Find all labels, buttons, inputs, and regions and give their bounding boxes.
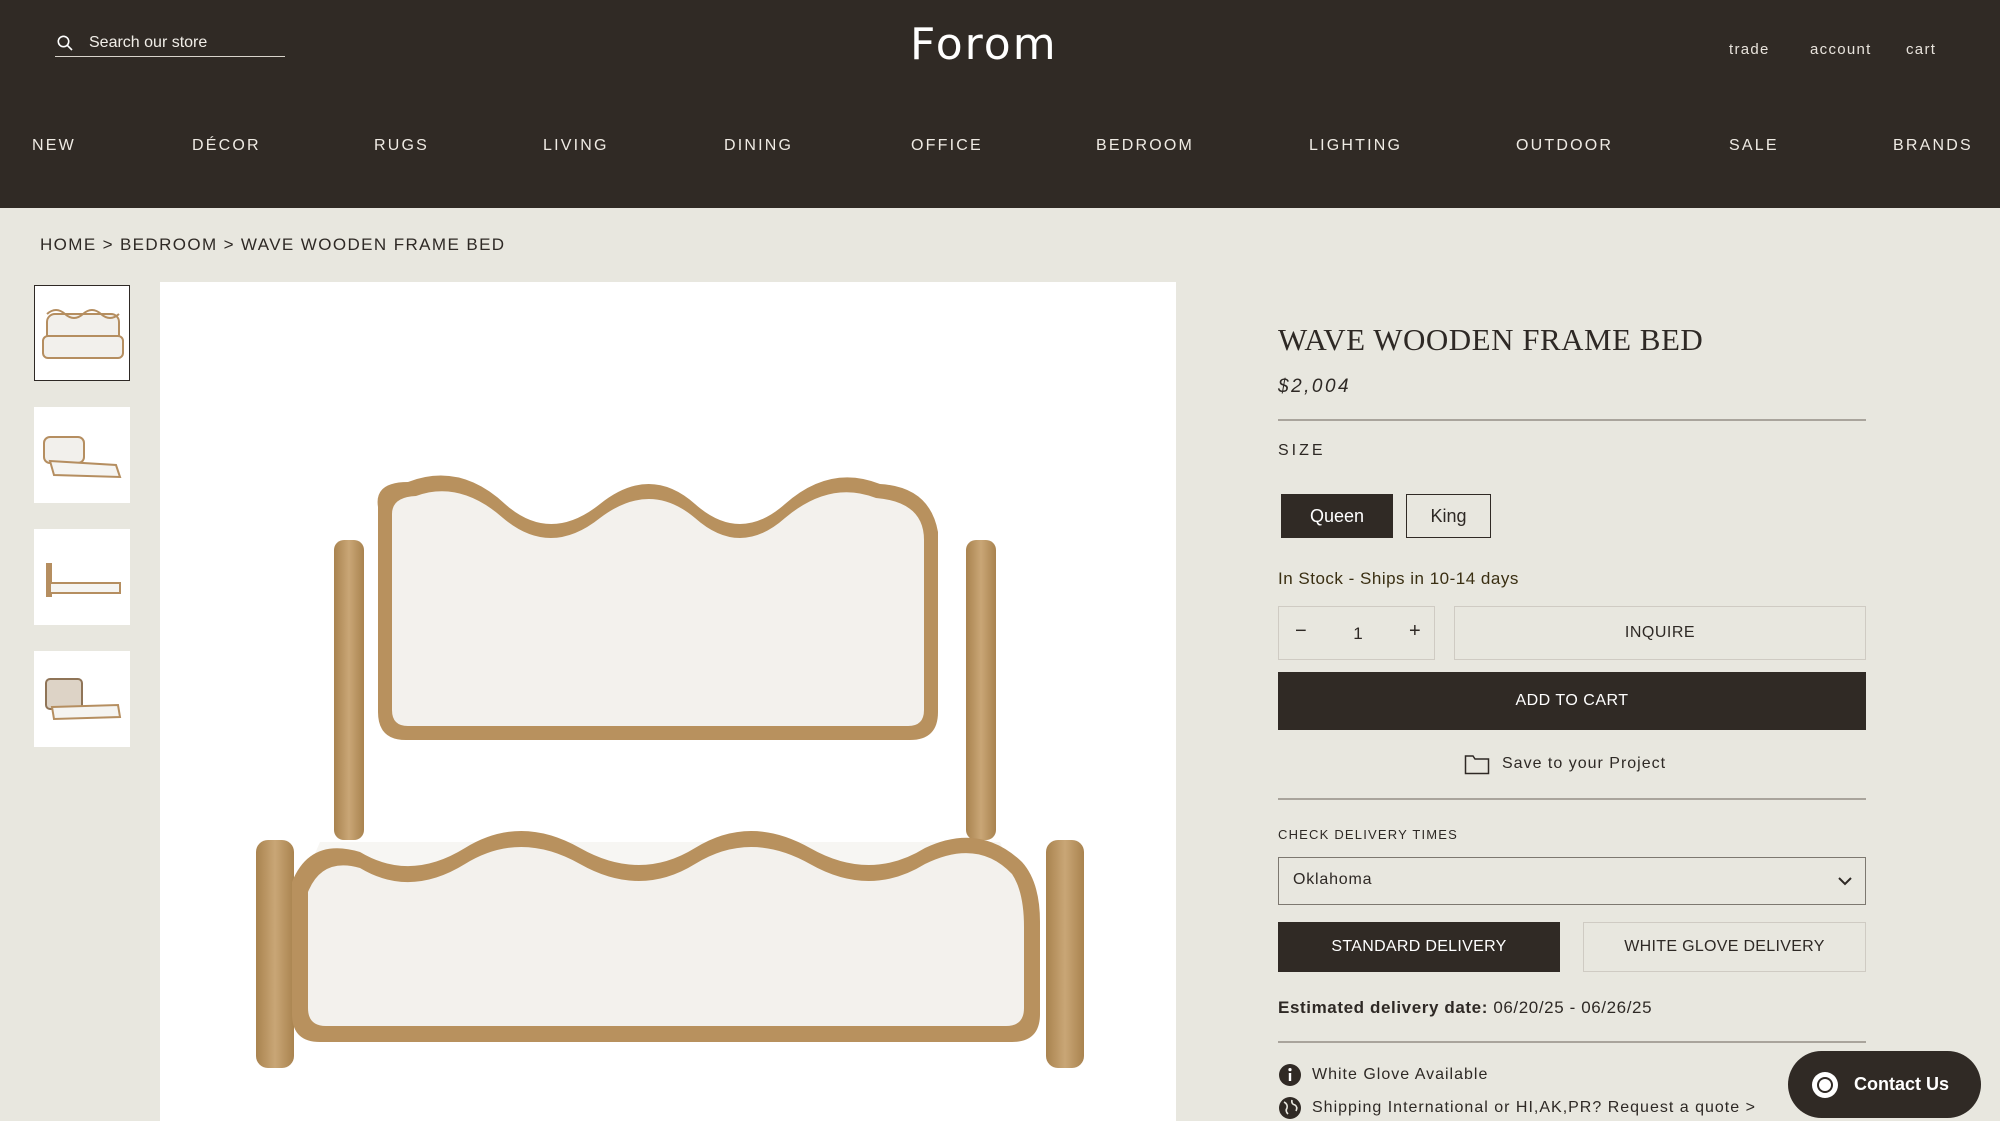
nav-item-decor[interactable]: DÉCOR xyxy=(192,137,261,155)
save-to-project-button[interactable]: Save to your Project xyxy=(1464,753,1666,775)
nav-item-bedroom[interactable]: BEDROOM xyxy=(1096,137,1194,155)
nav-item-office[interactable]: OFFICE xyxy=(911,137,983,155)
white-glove-text: White Glove Available xyxy=(1312,1066,1489,1083)
quantity-increase-button[interactable]: + xyxy=(1409,620,1421,643)
breadcrumb: HOME > BEDROOM > WAVE WOODEN FRAME BED xyxy=(40,235,511,255)
product-title: WAVE WOODEN FRAME BED xyxy=(1278,322,1704,357)
account-link[interactable]: account xyxy=(1810,41,1872,58)
size-option-queen[interactable]: Queen xyxy=(1281,494,1393,538)
globe-icon xyxy=(1279,1097,1301,1119)
inquire-button[interactable]: INQUIRE xyxy=(1454,606,1866,660)
thumbnail-angle[interactable] xyxy=(34,407,130,503)
state-select[interactable]: Oklahoma xyxy=(1278,857,1866,905)
main-product-image[interactable] xyxy=(160,282,1176,1121)
bed-thumbnail-image xyxy=(43,436,122,479)
save-to-project-label: Save to your Project xyxy=(1502,755,1667,772)
state-select-value: Oklahoma xyxy=(1293,871,1373,888)
divider xyxy=(1278,1041,1866,1043)
white-glove-delivery-button[interactable]: WHITE GLOVE DELIVERY xyxy=(1583,922,1866,972)
nav-item-rugs[interactable]: RUGS xyxy=(374,137,429,155)
contact-us-button[interactable]: Contact Us xyxy=(1788,1051,1981,1118)
stock-status: In Stock - Ships in 10-14 days xyxy=(1278,569,1519,588)
estimated-delivery: Estimated delivery date: 06/20/25 - 06/2… xyxy=(1278,998,1652,1018)
breadcrumb-separator: > xyxy=(102,235,114,254)
nav-item-lighting[interactable]: LIGHTING xyxy=(1309,137,1402,155)
trade-link[interactable]: trade xyxy=(1729,41,1770,58)
nav-item-living[interactable]: LIVING xyxy=(543,137,609,155)
search-icon xyxy=(57,35,73,51)
cart-link[interactable]: cart xyxy=(1906,41,1936,58)
standard-delivery-button[interactable]: STANDARD DELIVERY xyxy=(1278,922,1560,972)
product-price: $2,004 xyxy=(1278,376,1352,397)
breadcrumb-bedroom[interactable]: BEDROOM xyxy=(120,235,218,254)
nav-item-brands[interactable]: BRANDS xyxy=(1893,137,1973,155)
add-to-cart-button[interactable]: ADD TO CART xyxy=(1278,672,1866,730)
thumbnail-side[interactable] xyxy=(34,529,130,625)
nav-item-outdoor[interactable]: OUTDOOR xyxy=(1516,137,1613,155)
thumbnail-room[interactable] xyxy=(34,651,130,747)
wave-bed-image xyxy=(256,475,1084,1068)
quantity-decrease-button[interactable]: − xyxy=(1295,620,1307,643)
white-glove-note: White Glove Available xyxy=(1278,1063,1488,1087)
breadcrumb-home[interactable]: HOME xyxy=(40,235,97,254)
site-header: Forom trade account cart NEW DÉCOR RUGS … xyxy=(0,0,2000,208)
nav-item-sale[interactable]: SALE xyxy=(1729,137,1779,155)
chevron-down-icon xyxy=(1838,877,1852,886)
delivery-times-label: CHECK DELIVERY TIMES xyxy=(1278,827,1459,842)
site-logo[interactable]: Forom xyxy=(910,23,1058,67)
bed-thumbnail-image xyxy=(42,309,124,359)
estimated-delivery-date: 06/20/25 - 06/26/25 xyxy=(1493,998,1653,1017)
divider xyxy=(1278,419,1866,421)
thumbnail-front[interactable] xyxy=(34,285,130,381)
size-option-king[interactable]: King xyxy=(1406,494,1491,538)
size-label: SIZE xyxy=(1278,442,1326,459)
quantity-stepper: − 1 + xyxy=(1278,606,1435,660)
nav-item-dining[interactable]: DINING xyxy=(724,137,793,155)
chat-icon xyxy=(1812,1071,1838,1098)
estimated-delivery-label: Estimated delivery date: xyxy=(1278,998,1488,1017)
search-input[interactable] xyxy=(87,30,281,56)
quantity-value[interactable]: 1 xyxy=(1349,624,1367,644)
shipping-quote-link[interactable]: Shipping International or HI,AK,PR? Requ… xyxy=(1278,1096,1756,1120)
info-icon xyxy=(1279,1064,1301,1086)
search-bar[interactable] xyxy=(55,26,285,57)
folder-icon xyxy=(1464,755,1490,775)
divider xyxy=(1278,798,1866,800)
bed-thumbnail-image xyxy=(45,678,122,721)
breadcrumb-separator: > xyxy=(223,235,235,254)
breadcrumb-current: WAVE WOODEN FRAME BED xyxy=(240,235,506,254)
contact-us-label: Contact Us xyxy=(1854,1074,1950,1094)
nav-item-new[interactable]: NEW xyxy=(32,137,76,155)
shipping-quote-text: Shipping International or HI,AK,PR? Requ… xyxy=(1312,1099,1756,1116)
bed-thumbnail-image xyxy=(46,563,121,597)
